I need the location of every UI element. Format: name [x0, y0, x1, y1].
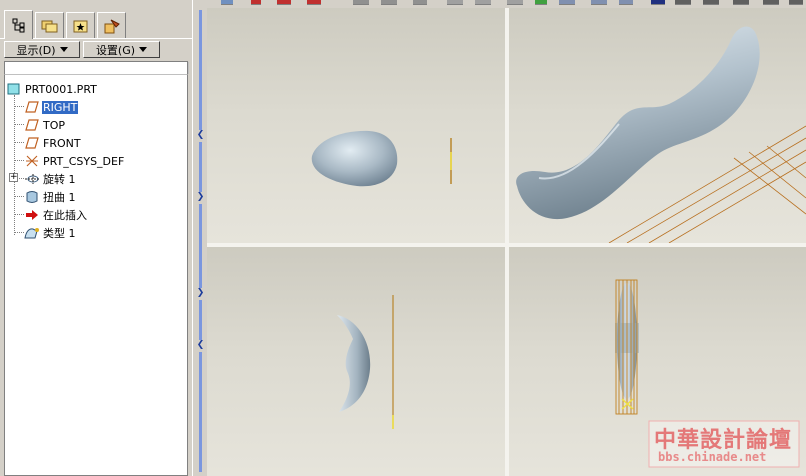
tree-item-top[interactable]: TOP: [24, 117, 66, 133]
tree-item-label: 扭曲 1: [43, 191, 76, 204]
toolbar-button[interactable]: [381, 0, 397, 5]
toolbar-button[interactable]: [703, 0, 719, 5]
favorites-icon: [73, 20, 87, 32]
folder-browser-icon: [41, 20, 57, 32]
collapse-left-icon[interactable]: ❮: [196, 130, 205, 140]
tree-connector: [14, 142, 24, 143]
tree-item-label: FRONT: [43, 136, 81, 150]
chevron-down-icon: [139, 47, 148, 52]
tree-connector: [14, 160, 24, 161]
chevron-down-icon: [59, 47, 68, 52]
tree-item-label: 在此插入: [43, 209, 87, 222]
tree-item-revolve[interactable]: 旋转 1: [24, 171, 77, 187]
splitter-bar: [199, 10, 202, 130]
toolbar-button[interactable]: [733, 0, 749, 5]
toolbar-button[interactable]: [475, 0, 491, 5]
model-tree[interactable]: + PRT0001.PRT RIGHT TOP FRONT PRT_CSYS_D…: [4, 74, 188, 476]
toolbar-button[interactable]: [447, 0, 463, 5]
toolbar-button[interactable]: [307, 0, 321, 5]
show-menu-label: 显示(D): [16, 43, 56, 57]
toolbar-button[interactable]: [591, 0, 607, 5]
app-window: 显示(D) 设置(G) + PRT0001.PRT RIGHT TOP FRON…: [0, 0, 806, 476]
insert-here-arrow-icon: [24, 208, 40, 222]
isometric-view-graphic: [516, 26, 806, 243]
connections-icon: [104, 19, 120, 33]
model-shape: [337, 315, 371, 412]
viewport-isometric[interactable]: [509, 8, 806, 243]
coordinate-system-icon: [24, 154, 40, 168]
front-view-graphic: [311, 130, 452, 187]
datum-plane-icon: [24, 136, 40, 150]
tree-connector: [14, 124, 24, 125]
toolbar-button[interactable]: [675, 0, 691, 5]
toolbar-button[interactable]: [535, 0, 547, 5]
toolbar-button[interactable]: [277, 0, 291, 5]
collapse-left-icon[interactable]: ❮: [196, 340, 205, 350]
tree-item-insert-here[interactable]: 在此插入: [24, 207, 88, 223]
show-menu-button[interactable]: 显示(D): [4, 41, 80, 58]
expand-right-icon[interactable]: ❯: [196, 288, 205, 298]
settings-menu-label: 设置(G): [95, 43, 136, 57]
model-shape: [311, 130, 398, 187]
watermark-url: bbs.chinade.net: [658, 450, 767, 464]
panel-splitter[interactable]: ❮ ❯ ❯ ❮: [192, 0, 207, 476]
toolbar-button[interactable]: [221, 0, 233, 5]
tree-column-header: [4, 61, 189, 74]
tree-item-csys[interactable]: PRT_CSYS_DEF: [24, 153, 125, 169]
splitter-bar: [199, 142, 202, 192]
tree-item-front[interactable]: FRONT: [24, 135, 82, 151]
model-shape: [516, 26, 760, 220]
toolbar-button[interactable]: [619, 0, 633, 5]
tree-item-right[interactable]: RIGHT: [24, 99, 79, 115]
tree-connector: [14, 106, 24, 107]
navigator-panel: 显示(D) 设置(G) + PRT0001.PRT RIGHT TOP FRON…: [0, 0, 192, 476]
watermark: 中華設計論壇 bbs.chinade.net: [648, 420, 800, 468]
style-feature-icon: [24, 226, 40, 240]
datum-plane-icon: [24, 118, 40, 132]
viewport-front[interactable]: [207, 8, 505, 243]
tree-item-style[interactable]: 类型 1: [24, 225, 77, 241]
splitter-bar: [199, 204, 202, 288]
tree-column-cell[interactable]: [5, 62, 189, 74]
tree-item-label: 旋转 1: [43, 173, 76, 186]
toolbar-button[interactable]: [651, 0, 665, 5]
tree-root[interactable]: PRT0001.PRT: [6, 81, 98, 97]
tree-root-label: PRT0001.PRT: [25, 82, 97, 96]
tree-item-label: TOP: [43, 118, 66, 132]
tree-item-label: PRT_CSYS_DEF: [43, 154, 125, 168]
part-icon: [6, 82, 22, 96]
warp-feature-icon: [24, 190, 40, 204]
splitter-bar: [199, 352, 202, 472]
revolve-feature-icon: [24, 172, 40, 186]
toolbar-button[interactable]: [251, 0, 261, 5]
toolbar-button[interactable]: [353, 0, 369, 5]
toolbar-button[interactable]: [559, 0, 575, 5]
tab-favorites[interactable]: [66, 12, 95, 38]
expand-right-icon[interactable]: ❯: [196, 192, 205, 202]
top-view-graphic: [337, 295, 394, 429]
toolbar-button[interactable]: [507, 0, 523, 5]
tree-item-label: RIGHT: [42, 100, 79, 114]
toolbar-button[interactable]: [413, 0, 427, 5]
expand-toggle[interactable]: +: [9, 173, 18, 182]
tab-connections[interactable]: [97, 12, 126, 38]
viewport-top[interactable]: [207, 247, 505, 476]
tree-connector: [14, 232, 24, 233]
tree-item-warp[interactable]: 扭曲 1: [24, 189, 77, 205]
tree-item-label: 类型 1: [43, 227, 76, 240]
settings-menu-button[interactable]: 设置(G): [83, 41, 160, 58]
toolbar-button[interactable]: [789, 0, 803, 5]
splitter-bar: [199, 300, 202, 340]
tab-folder-browser[interactable]: [35, 12, 64, 38]
tab-model-tree[interactable]: [4, 10, 33, 39]
model-tree-icon: [12, 18, 24, 33]
toolbar-button[interactable]: [763, 0, 779, 5]
tree-connector: [14, 196, 24, 197]
toolbar: [207, 0, 806, 8]
tree-connector: [14, 214, 24, 215]
datum-plane-icon: [24, 100, 40, 114]
